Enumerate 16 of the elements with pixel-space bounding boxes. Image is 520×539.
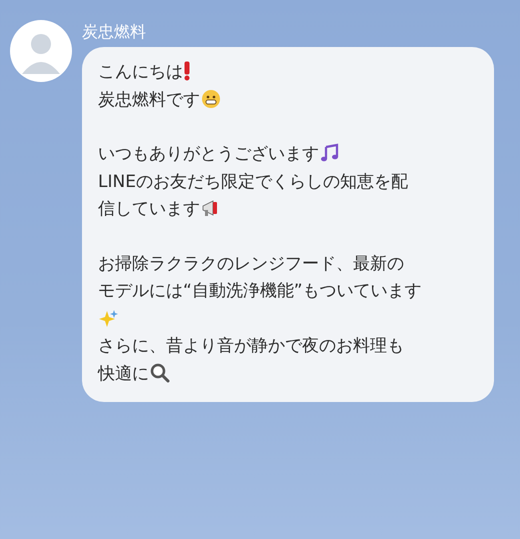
magnifier-icon [150,362,170,382]
music-notes-icon [320,143,340,163]
message-text: いつもありがとうございます [98,144,319,164]
message-text: 信しています [98,199,200,219]
message-text: 炭忠燃料です [98,90,200,110]
exclamation-icon [184,61,190,81]
message-text: モデルには“自動洗浄機能”もついています [98,281,422,301]
message-text: 快適に [98,364,149,384]
avatar[interactable] [10,20,72,82]
grinning-face-icon [201,88,221,108]
sender-name: 炭忠燃料 [82,22,146,43]
message-text: LINEのお友だち限定でくらしの知恵を配 [98,172,408,192]
message-text: こんにちは [98,62,183,82]
sparkles-icon [99,309,119,330]
message-text: さらに、昔より音が静かで夜のお料理も [98,336,404,356]
message-text: お掃除ラクラクのレンジフード、最新の [98,254,404,274]
